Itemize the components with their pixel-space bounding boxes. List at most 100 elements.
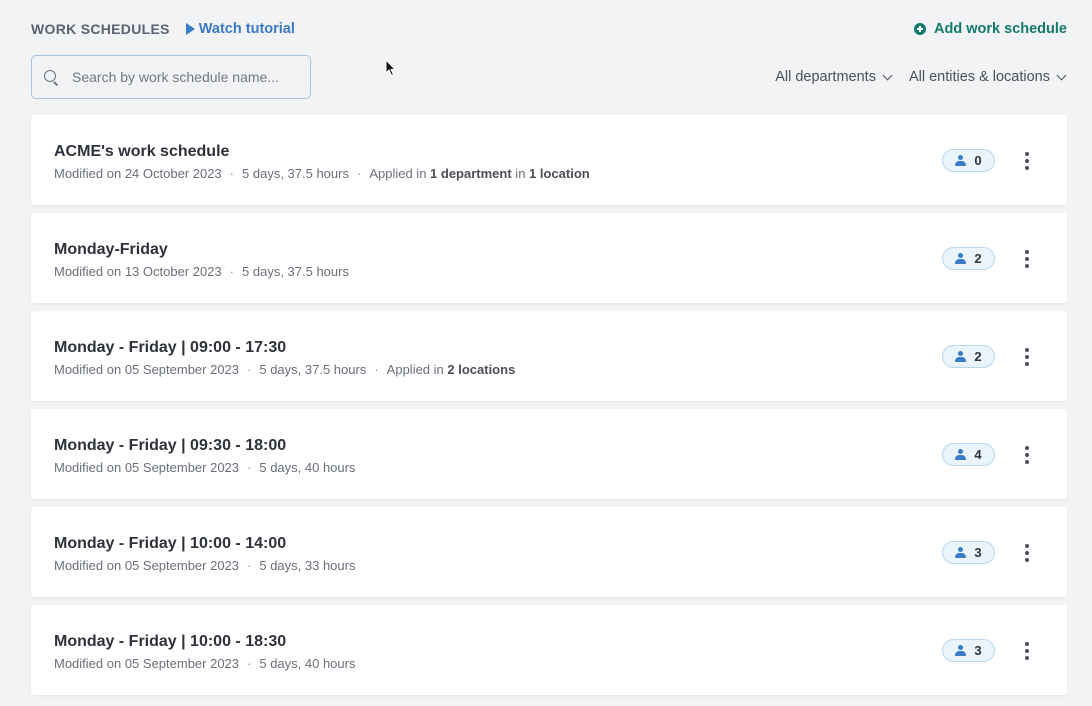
add-work-schedule-button[interactable]: Add work schedule [914,21,1067,37]
watch-tutorial-label: Watch tutorial [198,21,295,37]
work-schedule-card[interactable]: Monday - Friday | 09:30 - 18:00 Modified… [31,409,1067,499]
more-vertical-icon-dot [1025,264,1029,268]
more-vertical-icon [1025,446,1029,450]
employee-count-badge[interactable]: 3 [942,639,995,662]
employee-count-badge[interactable]: 2 [942,247,995,270]
separator-dot: · [229,264,235,279]
employee-count-badge[interactable]: 3 [942,541,995,564]
more-vertical-icon [1025,152,1029,156]
applied-scope: 1 department [430,166,512,181]
page-header: WORK SCHEDULES Watch tutorial Add work s… [31,20,1067,38]
entities-locations-filter-label: All entities & locations [908,69,1050,85]
filter-bar: All departments All entities & locations [775,69,1067,85]
employee-count: 3 [974,545,982,560]
applied-scope: 2 locations [447,362,516,377]
work-schedule-meta: Modified on 05 September 2023 · 5 days, 33… [54,558,355,573]
work-schedule-meta: Modified on 24 October 2023 · 5 days, 37.5… [54,166,590,181]
more-vertical-icon [1025,642,1029,646]
search-icon [44,69,59,85]
more-vertical-icon [1025,348,1029,352]
person-icon [955,547,967,558]
work-schedule-meta: Modified on 05 September 2023 · 5 days, 37… [54,362,515,377]
mouse-cursor-icon [385,59,397,77]
applied-text: in [511,166,530,181]
applied-info: · Applied in 2 locations [366,362,515,377]
person-icon [955,645,967,656]
applied-text: Applied in [369,166,431,181]
chevron-down-icon [1056,70,1067,80]
schedule-summary: 5 days, 40 hours [259,460,356,475]
work-schedule-name: Monday - Friday | 10:00 - 14:00 [54,535,287,552]
applied-info: · Applied in 1 department in 1 location [349,166,590,181]
more-options-button[interactable] [1023,544,1031,562]
modified-date: Modified on 05 September 2023 [54,558,240,573]
schedule-summary: 5 days, 33 hours [259,558,356,573]
work-schedule-card[interactable]: Monday - Friday | 09:00 - 17:30 Modified… [31,311,1067,401]
separator-dot: · [247,558,252,573]
more-vertical-icon-dot [1025,362,1029,366]
work-schedule-name: Monday - Friday | 09:00 - 17:30 [54,339,287,356]
modified-date: Modified on 05 September 2023 [54,656,240,671]
more-vertical-icon-dot [1025,649,1029,653]
work-schedule-meta: Modified on 05 September 2023 · 5 days, 40… [54,656,355,671]
work-schedule-card[interactable]: Monday - Friday | 10:00 - 18:30 Modified… [31,605,1067,695]
more-vertical-icon-dot [1025,355,1029,359]
chevron-down-icon [882,70,893,80]
separator-dot: · [247,362,252,377]
work-schedules-page: WORK SCHEDULES Watch tutorial Add work s… [0,0,1092,706]
employee-count: 2 [974,251,982,266]
departments-filter[interactable]: All departments [775,69,893,85]
work-schedule-name: Monday - Friday | 09:30 - 18:00 [54,437,287,454]
more-vertical-icon [1025,250,1029,254]
work-schedule-meta: Modified on 05 September 2023 · 5 days, 40… [54,460,355,475]
modified-date: Modified on 05 September 2023 [54,362,240,377]
separator-dot: · [247,460,252,475]
employee-count: 3 [974,643,982,658]
more-vertical-icon [1025,544,1029,548]
more-vertical-icon-dot [1025,257,1029,261]
separator-dot: · [229,166,235,181]
search-box[interactable] [31,55,311,99]
employee-count-badge[interactable]: 4 [942,443,995,466]
entities-locations-filter[interactable]: All entities & locations [908,69,1067,85]
schedule-summary: 5 days, 37.5 hours [259,362,367,377]
separator-dot: · [247,656,252,671]
work-schedule-card[interactable]: Monday - Friday | 10:00 - 14:00 Modified… [31,507,1067,597]
schedule-summary: 5 days, 40 hours [259,656,356,671]
more-options-button[interactable] [1023,152,1031,170]
more-vertical-icon-dot [1025,166,1029,170]
schedule-summary: 5 days, 37.5 hours [242,264,349,279]
more-vertical-icon-dot [1025,551,1029,555]
employee-count-badge[interactable]: 2 [942,345,995,368]
more-options-button[interactable] [1023,446,1031,464]
more-options-button[interactable] [1023,250,1031,268]
work-schedule-name: ACME's work schedule [54,143,230,160]
work-schedule-card[interactable]: Monday-Friday Modified on 13 October 202… [31,213,1067,303]
more-vertical-icon-dot [1025,159,1029,163]
modified-date: Modified on 13 October 2023 [54,264,222,279]
more-options-button[interactable] [1023,348,1031,366]
person-icon [955,253,967,264]
applied-text: Applied in [386,362,448,377]
separator-dot: · [356,166,362,181]
work-schedule-name: Monday-Friday [54,241,168,258]
person-icon [955,449,967,460]
page-title: WORK SCHEDULES [31,21,170,37]
modified-date: Modified on 05 September 2023 [54,460,240,475]
modified-date: Modified on 24 October 2023 [54,166,222,181]
more-vertical-icon-dot [1025,453,1029,457]
applied-scope: 1 location [529,166,590,181]
more-options-button[interactable] [1023,642,1031,660]
watch-tutorial-link[interactable]: Watch tutorial [185,21,295,37]
schedule-summary: 5 days, 37.5 hours [242,166,349,181]
more-vertical-icon-dot [1025,460,1029,464]
add-work-schedule-label: Add work schedule [934,21,1067,37]
search-input[interactable] [72,69,302,85]
departments-filter-label: All departments [775,69,876,85]
employee-count-badge[interactable]: 0 [942,149,995,172]
work-schedule-name: Monday - Friday | 10:00 - 18:30 [54,633,287,650]
work-schedule-card[interactable]: ACME's work schedule Modified on 24 Octo… [31,115,1067,205]
plus-circle-icon [914,23,927,35]
play-icon [185,23,195,35]
employee-count: 2 [974,349,982,364]
